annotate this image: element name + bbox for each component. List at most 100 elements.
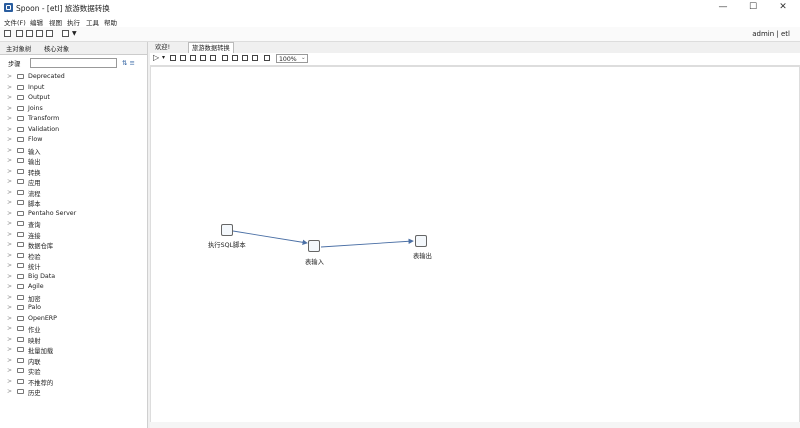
perspective-icon[interactable] [62,30,69,37]
tree-folder-item[interactable]: > 映射 [0,335,147,345]
expand-arrow-icon[interactable]: > [7,94,12,101]
grid-icon[interactable] [264,55,270,61]
tree-folder-item[interactable]: > OpenERP [0,314,147,324]
menu-view[interactable]: 视图 [49,17,62,27]
pause-icon[interactable] [170,55,176,61]
tree-folder-item[interactable]: > Joins [0,104,147,114]
menu-edit[interactable]: 编辑 [30,17,43,27]
tree-folder-item[interactable]: > 输入 [0,146,147,156]
close-icon[interactable]: ✕ [770,1,796,14]
tree-folder-item[interactable]: > 实验 [0,366,147,376]
expand-arrow-icon[interactable]: > [7,294,12,301]
tree-folder-item[interactable]: > 统计 [0,261,147,271]
impact-icon[interactable] [232,55,238,61]
chevron-down-icon[interactable]: ⌄ [301,55,306,61]
tree-folder-item[interactable]: > 加密 [0,293,147,303]
tree-folder-item[interactable]: > 转换 [0,167,147,177]
chevron-down-icon[interactable]: ▼ [72,30,77,37]
expand-arrow-icon[interactable]: > [7,262,12,269]
expand-arrow-icon[interactable]: > [7,147,12,154]
table-input-step[interactable] [308,240,320,252]
expand-arrow-icon[interactable]: > [7,210,12,217]
tree-folder-item[interactable]: > 流程 [0,188,147,198]
expand-arrow-icon[interactable]: > [7,220,12,227]
debug-icon[interactable] [200,55,206,61]
tree-folder-item[interactable]: > Flow [0,135,147,145]
steps-search-input[interactable] [30,58,117,68]
expand-arrow-icon[interactable]: > [7,157,12,164]
tab-core-objects[interactable]: 核心对象 [44,44,69,53]
tree-folder-item[interactable]: > Big Data [0,272,147,282]
expand-arrow-icon[interactable]: > [7,105,12,112]
expand-arrow-icon[interactable]: > [7,273,12,280]
explore-db-icon[interactable] [252,55,258,61]
tree-folder-item[interactable]: > Pentaho Server [0,209,147,219]
expand-arrow-icon[interactable]: > [7,252,12,259]
expand-arrow-icon[interactable]: > [7,241,12,248]
table-output-step[interactable] [415,235,427,247]
menu-file[interactable]: 文件(F) [4,17,26,27]
minimize-icon[interactable]: — [710,1,736,14]
tree-folder-item[interactable]: > Agile [0,282,147,292]
replay-icon[interactable] [210,55,216,61]
expand-arrow-icon[interactable]: > [7,189,12,196]
expand-collapse-icon[interactable]: ⇅ ≡ [122,59,135,67]
tree-folder-item[interactable]: > 连接 [0,230,147,240]
explore-repository-icon[interactable] [26,30,33,37]
expand-arrow-icon[interactable]: > [7,304,12,311]
expand-arrow-icon[interactable]: > [7,378,12,385]
hop-input-to-output[interactable] [320,238,414,248]
expand-arrow-icon[interactable]: > [7,73,12,80]
expand-arrow-icon[interactable]: > [7,336,12,343]
menu-help[interactable]: 帮助 [104,17,117,27]
expand-arrow-icon[interactable]: > [7,367,12,374]
tree-folder-item[interactable]: > Validation [0,125,147,135]
stop-icon[interactable] [180,55,186,61]
expand-arrow-icon[interactable]: > [7,315,12,322]
tree-folder-item[interactable]: > Output [0,93,147,103]
run-options-icon[interactable]: ▾ [162,54,165,61]
expand-arrow-icon[interactable]: > [7,126,12,133]
expand-arrow-icon[interactable]: > [7,136,12,143]
sql-icon[interactable] [242,55,248,61]
tab-main-tree[interactable]: 主对象树 [6,44,31,53]
tree-folder-item[interactable]: > 脚本 [0,198,147,208]
verify-icon[interactable] [222,55,228,61]
save-as-icon[interactable] [46,30,53,37]
tree-folder-item[interactable]: > Deprecated [0,72,147,82]
expand-arrow-icon[interactable]: > [7,325,12,332]
tree-folder-item[interactable]: > Transform [0,114,147,124]
tree-folder-item[interactable]: > 批量加载 [0,345,147,355]
expand-arrow-icon[interactable]: > [7,231,12,238]
expand-arrow-icon[interactable]: > [7,115,12,122]
expand-arrow-icon[interactable]: > [7,84,12,91]
tree-folder-item[interactable]: > 作业 [0,324,147,334]
maximize-icon[interactable]: ☐ [740,1,766,14]
tree-folder-item[interactable]: > Palo [0,303,147,313]
execute-sql-step[interactable] [221,224,233,236]
expand-arrow-icon[interactable]: > [7,283,12,290]
tree-folder-item[interactable]: > 内联 [0,356,147,366]
new-file-icon[interactable] [4,30,11,37]
tree-folder-item[interactable]: > 输出 [0,156,147,166]
expand-arrow-icon[interactable]: > [7,388,12,395]
menu-tools[interactable]: 工具 [86,17,99,27]
tab-welcome[interactable]: 欢迎! [152,42,173,53]
preview-icon[interactable] [190,55,196,61]
open-file-icon[interactable] [16,30,23,37]
expand-arrow-icon[interactable]: > [7,357,12,364]
tree-folder-item[interactable]: > 检验 [0,251,147,261]
tree-folder-item[interactable]: > 数据仓库 [0,240,147,250]
tree-folder-item[interactable]: > 历史 [0,387,147,397]
expand-arrow-icon[interactable]: > [7,346,12,353]
tree-folder-item[interactable]: > 查询 [0,219,147,229]
run-icon[interactable]: ▷ [153,53,159,62]
expand-arrow-icon[interactable]: > [7,168,12,175]
transformation-canvas[interactable]: 执行SQL脚本 表输入 表输出 [150,66,800,424]
save-icon[interactable] [36,30,43,37]
expand-arrow-icon[interactable]: > [7,178,12,185]
tree-folder-item[interactable]: > Input [0,83,147,93]
horizontal-scrollbar[interactable] [150,422,800,428]
expand-arrow-icon[interactable]: > [7,199,12,206]
menu-run[interactable]: 执行 [67,17,80,27]
